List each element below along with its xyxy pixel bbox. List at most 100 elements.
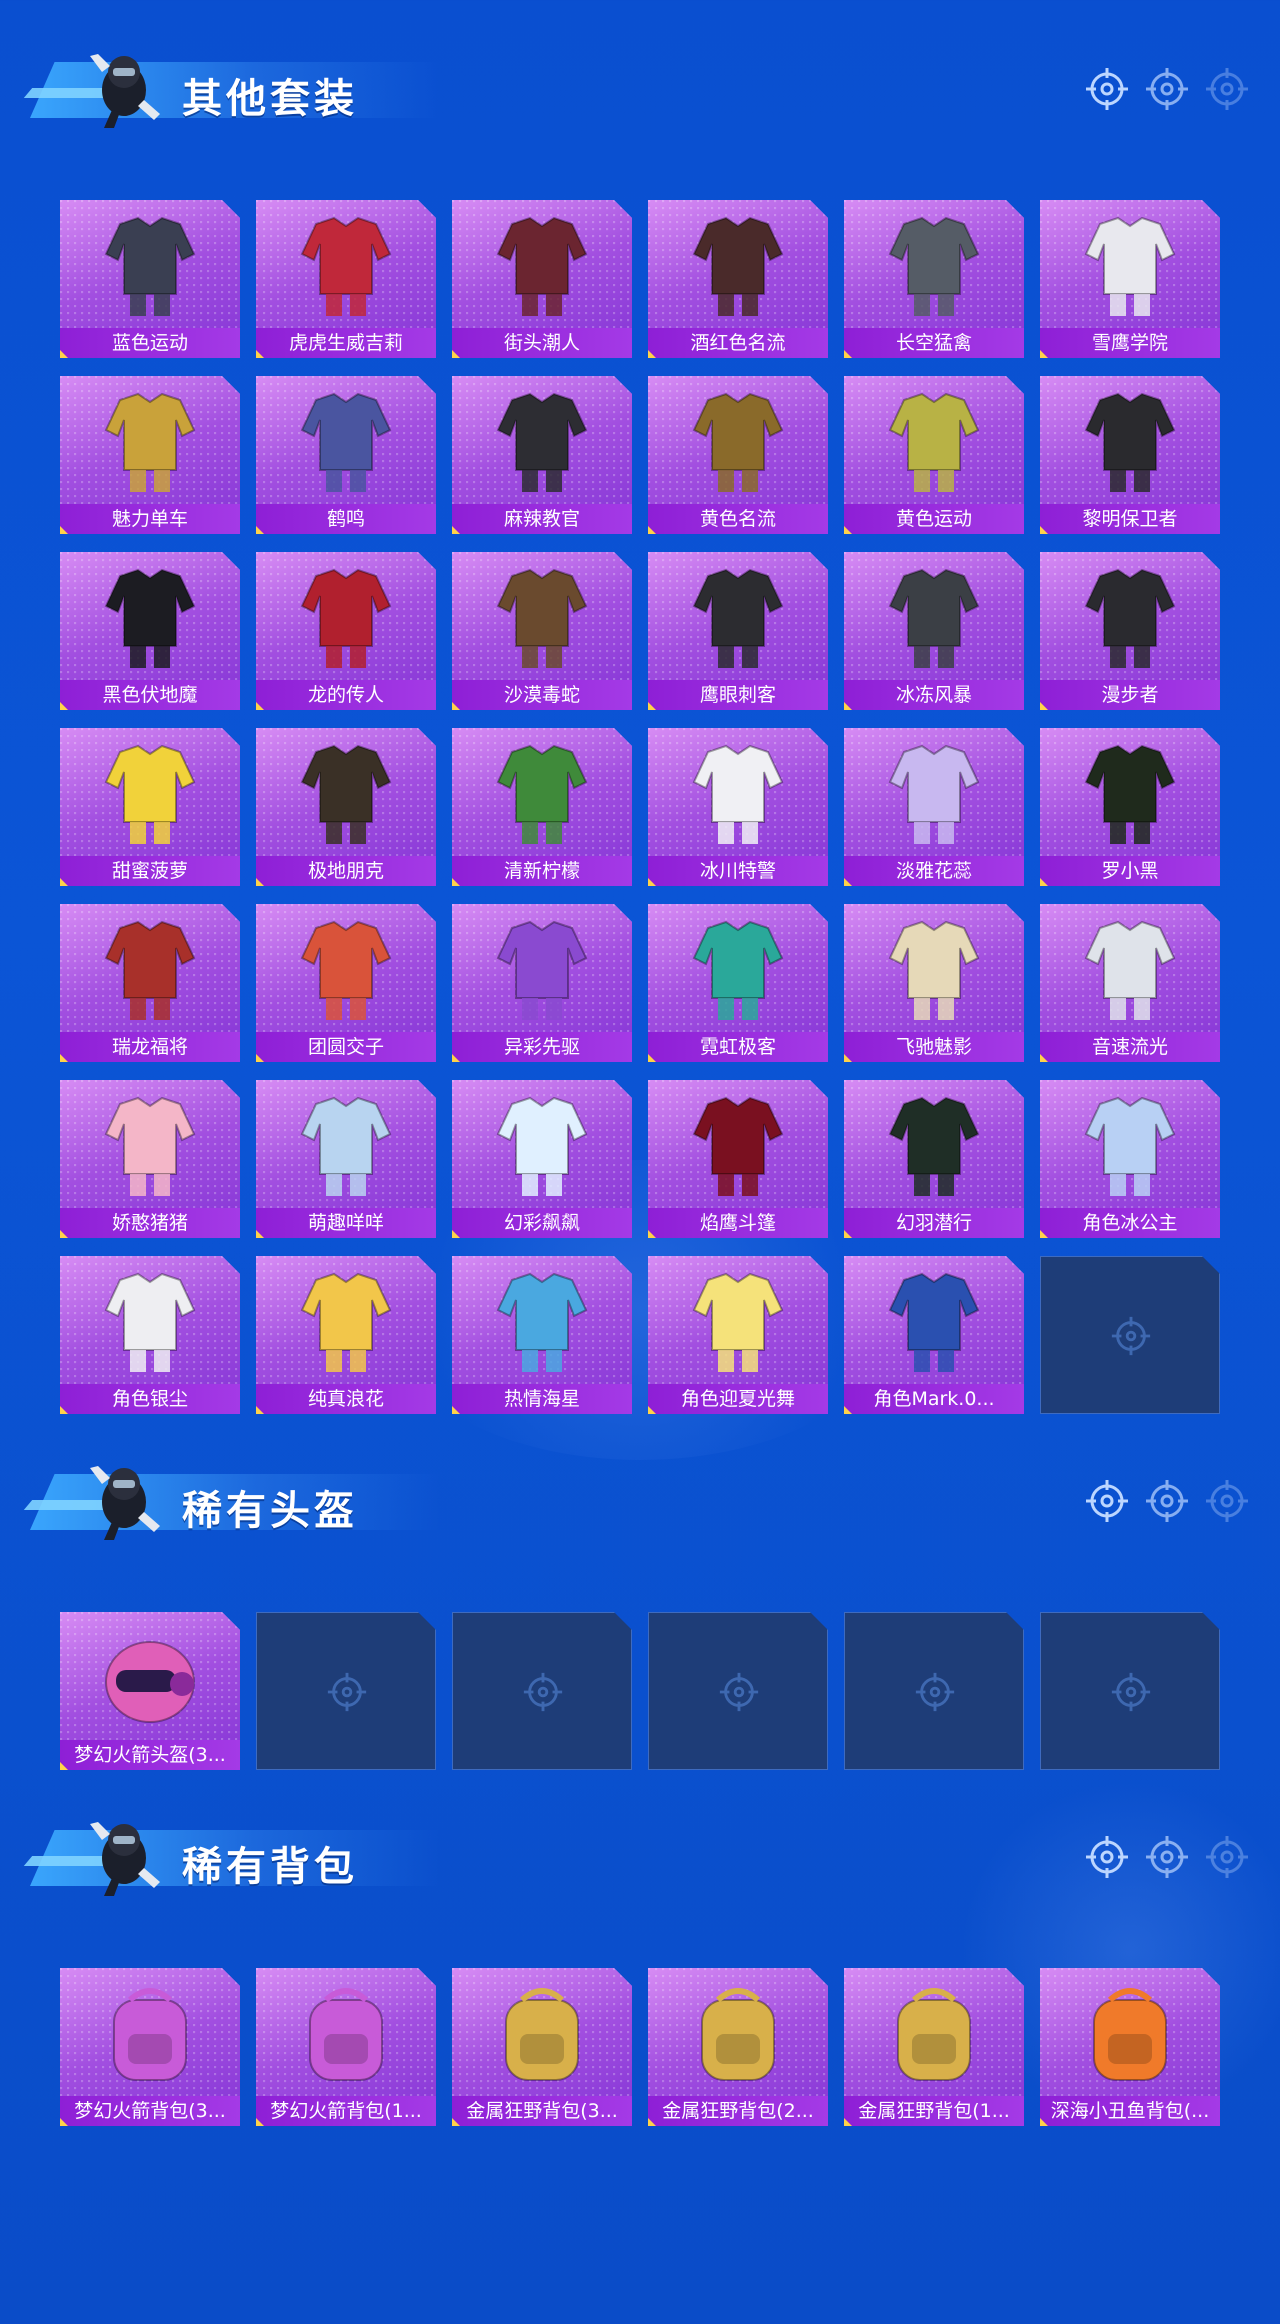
item-label: 异彩先驱	[452, 1032, 632, 1062]
item-card[interactable]: 长空猛禽	[844, 200, 1024, 358]
item-card[interactable]: 金属狂野背包(1...	[844, 1968, 1024, 2126]
empty-slot	[1040, 1612, 1220, 1770]
item-label: 萌趣咩咩	[256, 1208, 436, 1238]
item-image	[1040, 1968, 1220, 2096]
item-image	[452, 552, 632, 680]
empty-slot	[1040, 1256, 1220, 1414]
item-card[interactable]: 团圆交子	[256, 904, 436, 1062]
item-label: 瑞龙福将	[60, 1032, 240, 1062]
item-thumbnail-icon	[104, 1272, 196, 1372]
mascot-icon	[90, 1822, 160, 1896]
item-label: 街头潮人	[452, 328, 632, 358]
item-card[interactable]: 黎明保卫者	[1040, 376, 1220, 534]
item-thumbnail-icon	[692, 1272, 784, 1372]
item-card[interactable]: 麻辣教官	[452, 376, 632, 534]
item-card[interactable]: 黑色伏地魔	[60, 552, 240, 710]
item-image	[648, 904, 828, 1032]
item-thumbnail-icon	[1084, 216, 1176, 316]
item-card[interactable]: 霓虹极客	[648, 904, 828, 1062]
item-thumbnail-icon	[888, 216, 980, 316]
item-card[interactable]: 蓝色运动	[60, 200, 240, 358]
item-card[interactable]: 鹤鸣	[256, 376, 436, 534]
item-card[interactable]: 魅力单车	[60, 376, 240, 534]
item-image	[60, 904, 240, 1032]
item-label: 飞驰魅影	[844, 1032, 1024, 1062]
item-label: 金属狂野背包(3...	[452, 2096, 632, 2126]
item-card[interactable]: 焰鹰斗篷	[648, 1080, 828, 1238]
item-card[interactable]: 冰冻风暴	[844, 552, 1024, 710]
item-thumbnail-icon	[888, 568, 980, 668]
item-label: 鹤鸣	[256, 504, 436, 534]
item-card[interactable]: 罗小黑	[1040, 728, 1220, 886]
section-header: 稀有背包	[0, 1798, 1280, 1908]
item-card[interactable]: 热情海星	[452, 1256, 632, 1414]
item-card[interactable]: 梦幻火箭背包(1...	[256, 1968, 436, 2126]
item-card[interactable]: 甜蜜菠萝	[60, 728, 240, 886]
item-card[interactable]: 梦幻火箭背包(3...	[60, 1968, 240, 2126]
item-card[interactable]: 角色银尘	[60, 1256, 240, 1414]
section-title: 稀有头盔	[182, 1488, 358, 1534]
item-card[interactable]: 金属狂野背包(2...	[648, 1968, 828, 2126]
item-thumbnail-icon	[300, 568, 392, 668]
item-card[interactable]: 极地朋克	[256, 728, 436, 886]
item-thumbnail-icon	[505, 1988, 579, 2081]
item-image	[60, 1612, 240, 1740]
item-label: 纯真浪花	[256, 1384, 436, 1414]
item-card[interactable]: 异彩先驱	[452, 904, 632, 1062]
crosshair-icon	[1146, 1480, 1188, 1522]
item-image	[452, 1080, 632, 1208]
item-card[interactable]: 深海小丑鱼背包(...	[1040, 1968, 1220, 2126]
item-thumbnail-icon	[897, 1988, 971, 2081]
item-card[interactable]: 沙漠毒蛇	[452, 552, 632, 710]
item-card[interactable]: 音速流光	[1040, 904, 1220, 1062]
item-image	[1040, 200, 1220, 328]
item-card[interactable]: 酒红色名流	[648, 200, 828, 358]
item-card[interactable]: 角色迎夏光舞	[648, 1256, 828, 1414]
item-card[interactable]: 鹰眼刺客	[648, 552, 828, 710]
item-card[interactable]: 角色冰公主	[1040, 1080, 1220, 1238]
item-card[interactable]: 幻羽潜行	[844, 1080, 1024, 1238]
item-card[interactable]: 清新柠檬	[452, 728, 632, 886]
section-title: 稀有背包	[182, 1844, 358, 1890]
item-thumbnail-icon	[1084, 392, 1176, 492]
item-image	[648, 200, 828, 328]
item-label: 酒红色名流	[648, 328, 828, 358]
item-card[interactable]: 龙的传人	[256, 552, 436, 710]
item-card[interactable]: 瑞龙福将	[60, 904, 240, 1062]
item-card[interactable]: 虎虎生威吉莉	[256, 200, 436, 358]
item-image	[452, 1968, 632, 2096]
item-card[interactable]: 黄色名流	[648, 376, 828, 534]
item-card[interactable]: 金属狂野背包(3...	[452, 1968, 632, 2126]
item-card[interactable]: 纯真浪花	[256, 1256, 436, 1414]
item-card[interactable]: 街头潮人	[452, 200, 632, 358]
item-card[interactable]: 雪鹰学院	[1040, 200, 1220, 358]
item-card[interactable]: 冰川特警	[648, 728, 828, 886]
item-image	[256, 376, 436, 504]
item-card[interactable]: 梦幻火箭头盔(3...	[60, 1612, 240, 1770]
empty-slot	[256, 1612, 436, 1770]
item-card[interactable]: 幻彩飙飙	[452, 1080, 632, 1238]
item-image	[60, 1080, 240, 1208]
item-image	[844, 728, 1024, 856]
item-card[interactable]: 黄色运动	[844, 376, 1024, 534]
mascot-icon	[90, 54, 160, 128]
item-thumbnail-icon	[104, 744, 196, 844]
item-card[interactable]: 萌趣咩咩	[256, 1080, 436, 1238]
item-image	[256, 728, 436, 856]
crosshair-icon	[1146, 68, 1188, 110]
item-thumbnail-icon	[692, 568, 784, 668]
item-thumbnail-icon	[496, 392, 588, 492]
item-label: 幻羽潜行	[844, 1208, 1024, 1238]
item-card[interactable]: 娇憨猪猪	[60, 1080, 240, 1238]
item-label: 罗小黑	[1040, 856, 1220, 886]
item-card[interactable]: 角色Mark.0...	[844, 1256, 1024, 1414]
item-image	[1040, 1080, 1220, 1208]
item-card[interactable]: 淡雅花蕊	[844, 728, 1024, 886]
item-card[interactable]: 飞驰魅影	[844, 904, 1024, 1062]
item-label: 淡雅花蕊	[844, 856, 1024, 886]
header-target-icons	[1084, 1834, 1250, 1880]
item-label: 梦幻火箭头盔(3...	[60, 1740, 240, 1770]
item-card[interactable]: 漫步者	[1040, 552, 1220, 710]
item-thumbnail-icon	[692, 392, 784, 492]
item-image	[844, 904, 1024, 1032]
